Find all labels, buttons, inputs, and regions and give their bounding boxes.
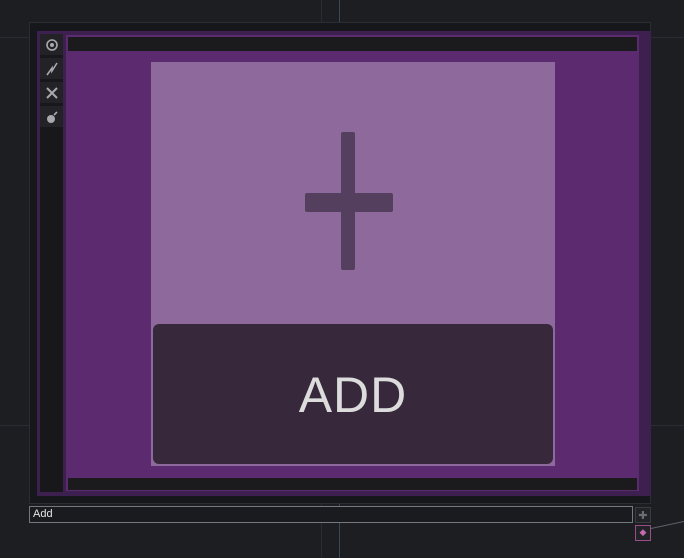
- viewport-bottom-bar: [68, 478, 637, 490]
- viewport-top-bar: [68, 37, 637, 51]
- node-toolbar: [40, 34, 63, 492]
- node-name-field[interactable]: Add: [29, 506, 633, 523]
- bypass-icon[interactable]: [40, 58, 63, 80]
- connection-wire: [650, 520, 684, 529]
- pin-icon[interactable]: ◆: [635, 525, 651, 541]
- add-small-icon[interactable]: ✚: [635, 507, 651, 523]
- add-button-label: ADD: [298, 367, 408, 423]
- add-button[interactable]: ADD: [153, 324, 553, 464]
- close-icon[interactable]: [40, 82, 63, 104]
- target-icon[interactable]: [40, 34, 63, 56]
- bomb-icon[interactable]: [40, 106, 63, 128]
